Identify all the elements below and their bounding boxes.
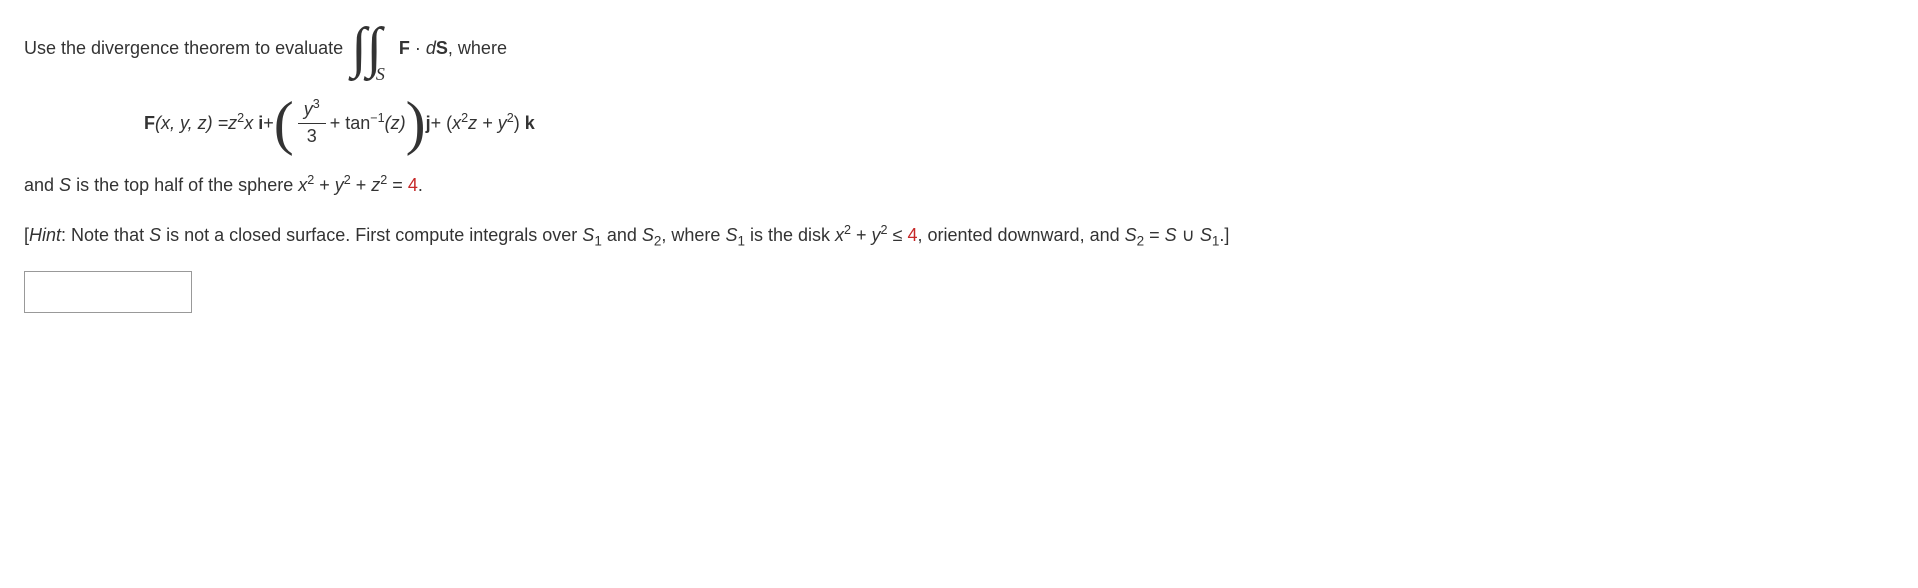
- left-paren: (: [274, 96, 294, 150]
- integral-subscript: S: [376, 61, 385, 88]
- term-i: z2x i: [228, 110, 263, 137]
- double-integral: ∫∫ S: [351, 20, 391, 76]
- sphere-radius-val: 4: [408, 175, 418, 195]
- problem-intro: Use the divergence theorem to evaluate ∫…: [24, 20, 1894, 76]
- vector-F: F: [399, 38, 410, 58]
- vector-field-formula: F(x, y, z) = z2x i + ( y3 3 + tan−1(z) )…: [144, 96, 1894, 150]
- disk-radius-val: 4: [907, 225, 917, 245]
- fraction-y3-3: y3 3: [298, 99, 326, 147]
- term-k: + (x2z + y2) k: [431, 110, 535, 137]
- right-paren: ): [406, 96, 426, 150]
- intro-text: Use the divergence theorem to evaluate: [24, 35, 343, 62]
- integrand: F · dS, where: [399, 35, 507, 62]
- surface-description: and S is the top half of the sphere x2 +…: [24, 172, 1894, 199]
- answer-row: [24, 267, 1894, 313]
- hint-text: [Hint: Note that S is not a closed surfa…: [24, 219, 1894, 251]
- tan-term: + tan−1(z): [330, 110, 406, 137]
- formula-lhs: F(x, y, z) =: [144, 110, 228, 137]
- answer-input[interactable]: [24, 271, 192, 313]
